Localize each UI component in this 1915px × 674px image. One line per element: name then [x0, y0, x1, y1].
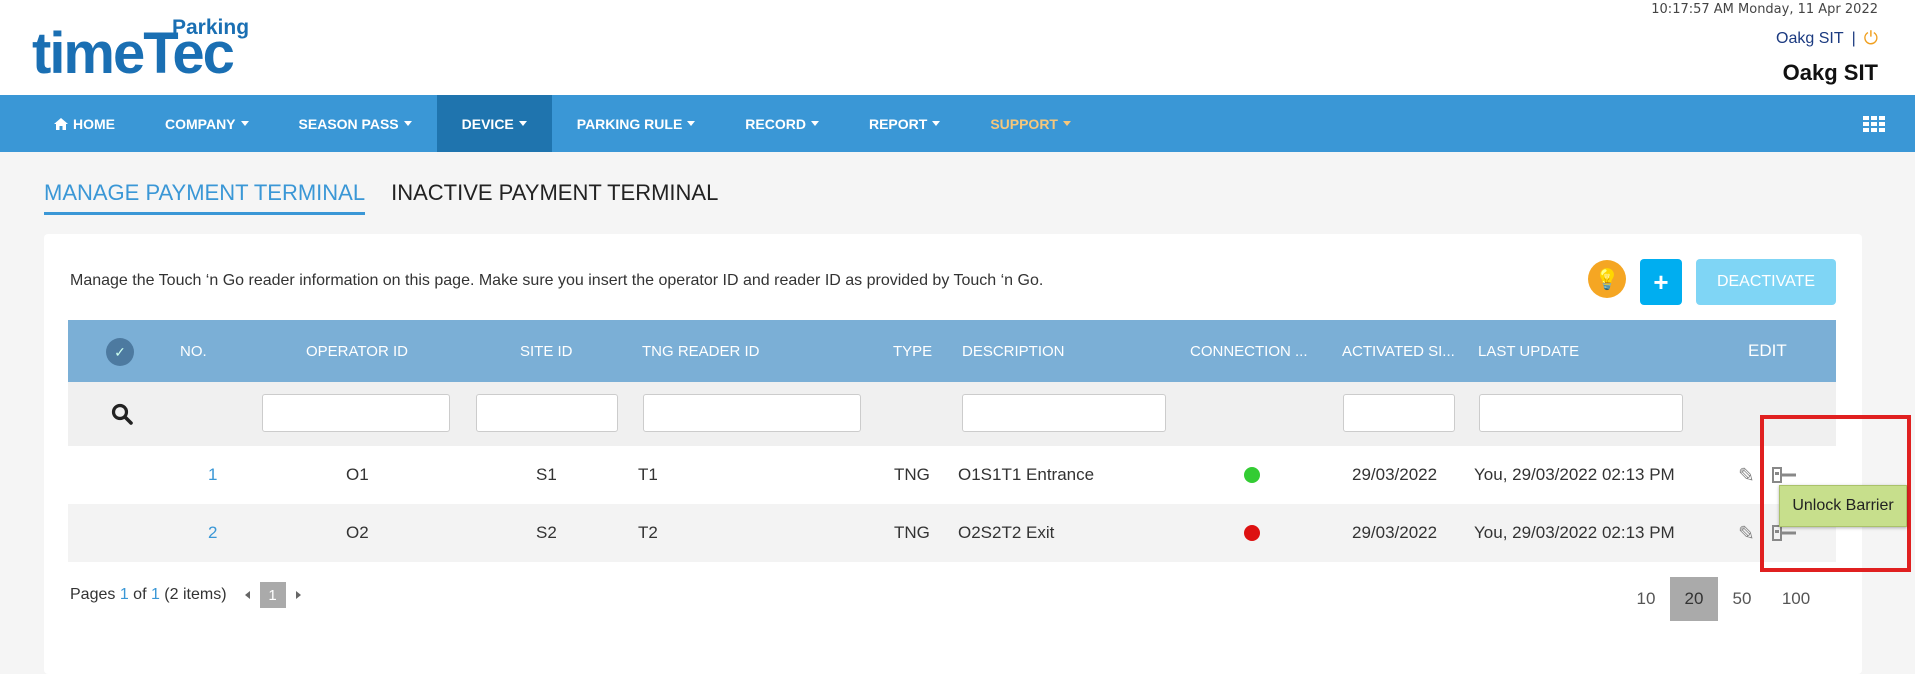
- tabs: MANAGE PAYMENT TERMINAL INACTIVE PAYMENT…: [44, 180, 718, 215]
- main-nav: HOME COMPANY SEASON PASS DEVICE PARKING …: [0, 95, 1915, 152]
- row-description: O2S2T2 Exit: [958, 523, 1055, 542]
- description-filter[interactable]: [962, 394, 1166, 432]
- tng-reader-id-filter[interactable]: [643, 394, 861, 432]
- edit-pencil-icon[interactable]: ✎: [1738, 504, 1755, 562]
- row-last-update: You, 29/03/2022 02:13 PM: [1474, 465, 1675, 484]
- select-all-checkbox[interactable]: ✓: [106, 338, 134, 366]
- chevron-down-icon: [687, 121, 696, 126]
- home-icon: [54, 117, 68, 130]
- table-row[interactable]: 1 O1 S1 T1 TNG O1S1T1 Entrance 29/03/202…: [68, 446, 1836, 504]
- edit-pencil-icon[interactable]: ✎: [1738, 446, 1755, 504]
- row-site-id: S1: [536, 465, 557, 484]
- nav-record[interactable]: RECORD: [720, 95, 844, 152]
- page-size-option[interactable]: 20: [1670, 577, 1718, 621]
- page-size-option[interactable]: 100: [1766, 577, 1826, 621]
- col-activated-since[interactable]: ACTIVATED SI...: [1342, 320, 1455, 382]
- row-description: O1S1T1 Entrance: [958, 465, 1095, 484]
- chevron-down-icon: [810, 121, 819, 126]
- nav-device[interactable]: DEVICE: [436, 95, 552, 152]
- chevron-down-icon: [518, 121, 527, 126]
- chevron-down-icon: [932, 121, 941, 126]
- nav-company[interactable]: COMPANY: [140, 95, 274, 152]
- page-size-option[interactable]: 10: [1622, 577, 1670, 621]
- col-operator-id[interactable]: OPERATOR ID: [306, 320, 408, 382]
- page-size-selector: 10 20 50 100: [1622, 577, 1826, 621]
- nav-season-pass-label: SEASON PASS: [298, 115, 399, 132]
- terminal-table: ✓ NO. OPERATOR ID SITE ID TNG READER ID …: [68, 320, 1836, 562]
- col-no[interactable]: NO.: [180, 320, 207, 382]
- app-grid-icon[interactable]: [1863, 116, 1885, 132]
- content-panel: Manage the Touch ‘n Go reader informatio…: [44, 234, 1862, 674]
- user-name[interactable]: Oakg SIT: [1776, 30, 1844, 48]
- nav-parking-rule[interactable]: PARKING RULE: [552, 95, 721, 152]
- pagination-summary: Pages 1 of 1 (2 items) 1: [70, 582, 301, 608]
- tab-inactive-payment-terminal[interactable]: INACTIVE PAYMENT TERMINAL: [391, 180, 718, 215]
- row-tng-reader-id: T2: [638, 523, 658, 542]
- row-operator-id: O1: [346, 465, 369, 484]
- nav-report[interactable]: REPORT: [844, 95, 965, 152]
- col-site-id[interactable]: SITE ID: [520, 320, 573, 382]
- add-button[interactable]: +: [1640, 259, 1682, 305]
- connection-status-dot: [1244, 446, 1260, 504]
- lightbulb-icon[interactable]: 💡: [1588, 260, 1626, 298]
- connection-status-dot: [1244, 504, 1260, 562]
- deactivate-button[interactable]: DEACTIVATE: [1696, 259, 1836, 305]
- row-no: 2: [208, 523, 218, 542]
- site-id-filter[interactable]: [476, 394, 618, 432]
- activated-since-filter[interactable]: [1343, 394, 1455, 432]
- next-page-icon[interactable]: [295, 591, 301, 599]
- col-last-update[interactable]: LAST UPDATE: [1478, 320, 1579, 382]
- chevron-down-icon: [240, 121, 249, 126]
- chevron-down-icon: [403, 121, 412, 126]
- nav-home-label: HOME: [73, 115, 115, 132]
- table-header: ✓ NO. OPERATOR ID SITE ID TNG READER ID …: [68, 320, 1836, 382]
- nav-device-label: DEVICE: [461, 115, 514, 132]
- col-connection[interactable]: CONNECTION ...: [1190, 320, 1308, 382]
- separator: |: [1851, 29, 1856, 47]
- power-icon[interactable]: ⏻: [1864, 28, 1878, 49]
- row-type: TNG: [894, 465, 930, 484]
- nav-season-pass[interactable]: SEASON PASS: [274, 95, 437, 152]
- nav-support-label: SUPPORT: [990, 115, 1058, 132]
- page-size-option[interactable]: 50: [1718, 577, 1766, 621]
- col-tng-reader-id[interactable]: TNG READER ID: [642, 320, 760, 382]
- col-type[interactable]: TYPE: [893, 320, 932, 382]
- chevron-down-icon: [1063, 121, 1071, 126]
- page-button[interactable]: 1: [259, 582, 286, 608]
- pages-text: Pages 1 of 1 (2 items): [70, 586, 227, 603]
- nav-parking-rule-label: PARKING RULE: [576, 115, 683, 132]
- row-no: 1: [208, 465, 218, 484]
- company-name: Oakg SIT: [1782, 60, 1878, 85]
- row-site-id: S2: [536, 523, 557, 542]
- prev-page-icon[interactable]: [244, 591, 250, 599]
- nav-record-label: RECORD: [745, 115, 806, 132]
- nav-company-label: COMPANY: [165, 115, 236, 132]
- datetime: 10:17:57 AM Monday, 11 Apr 2022: [1651, 2, 1878, 17]
- page-description: Manage the Touch ‘n Go reader informatio…: [70, 272, 1044, 289]
- last-update-filter[interactable]: [1479, 394, 1683, 432]
- tab-manage-payment-terminal[interactable]: MANAGE PAYMENT TERMINAL: [44, 180, 366, 215]
- col-edit: EDIT: [1748, 341, 1787, 360]
- user-line: Oakg SIT | ⏻: [1776, 28, 1878, 49]
- nav-report-label: REPORT: [868, 115, 928, 132]
- row-last-update: You, 29/03/2022 02:13 PM: [1474, 523, 1675, 542]
- col-description[interactable]: DESCRIPTION: [962, 320, 1065, 382]
- operator-id-filter[interactable]: [262, 394, 450, 432]
- nav-support[interactable]: SUPPORT: [965, 95, 1096, 152]
- filter-row: [68, 382, 1836, 446]
- row-operator-id: O2: [346, 523, 369, 542]
- row-activated-since: 29/03/2022: [1352, 523, 1438, 542]
- unlock-barrier-tooltip: Unlock Barrier: [1779, 485, 1907, 527]
- row-activated-since: 29/03/2022: [1352, 465, 1438, 484]
- header: timeTec Parking 10:17:57 AM Monday, 11 A…: [0, 0, 1915, 95]
- row-tng-reader-id: T1: [638, 465, 658, 484]
- timetec-parking-logo[interactable]: timeTec Parking: [32, 14, 262, 86]
- logo-sub: Parking: [172, 16, 250, 39]
- nav-home[interactable]: HOME: [0, 95, 140, 152]
- row-type: TNG: [894, 523, 930, 542]
- table-row[interactable]: 2 O2 S2 T2 TNG O2S2T2 Exit 29/03/2022 Yo…: [68, 504, 1836, 562]
- search-icon: [111, 403, 133, 425]
